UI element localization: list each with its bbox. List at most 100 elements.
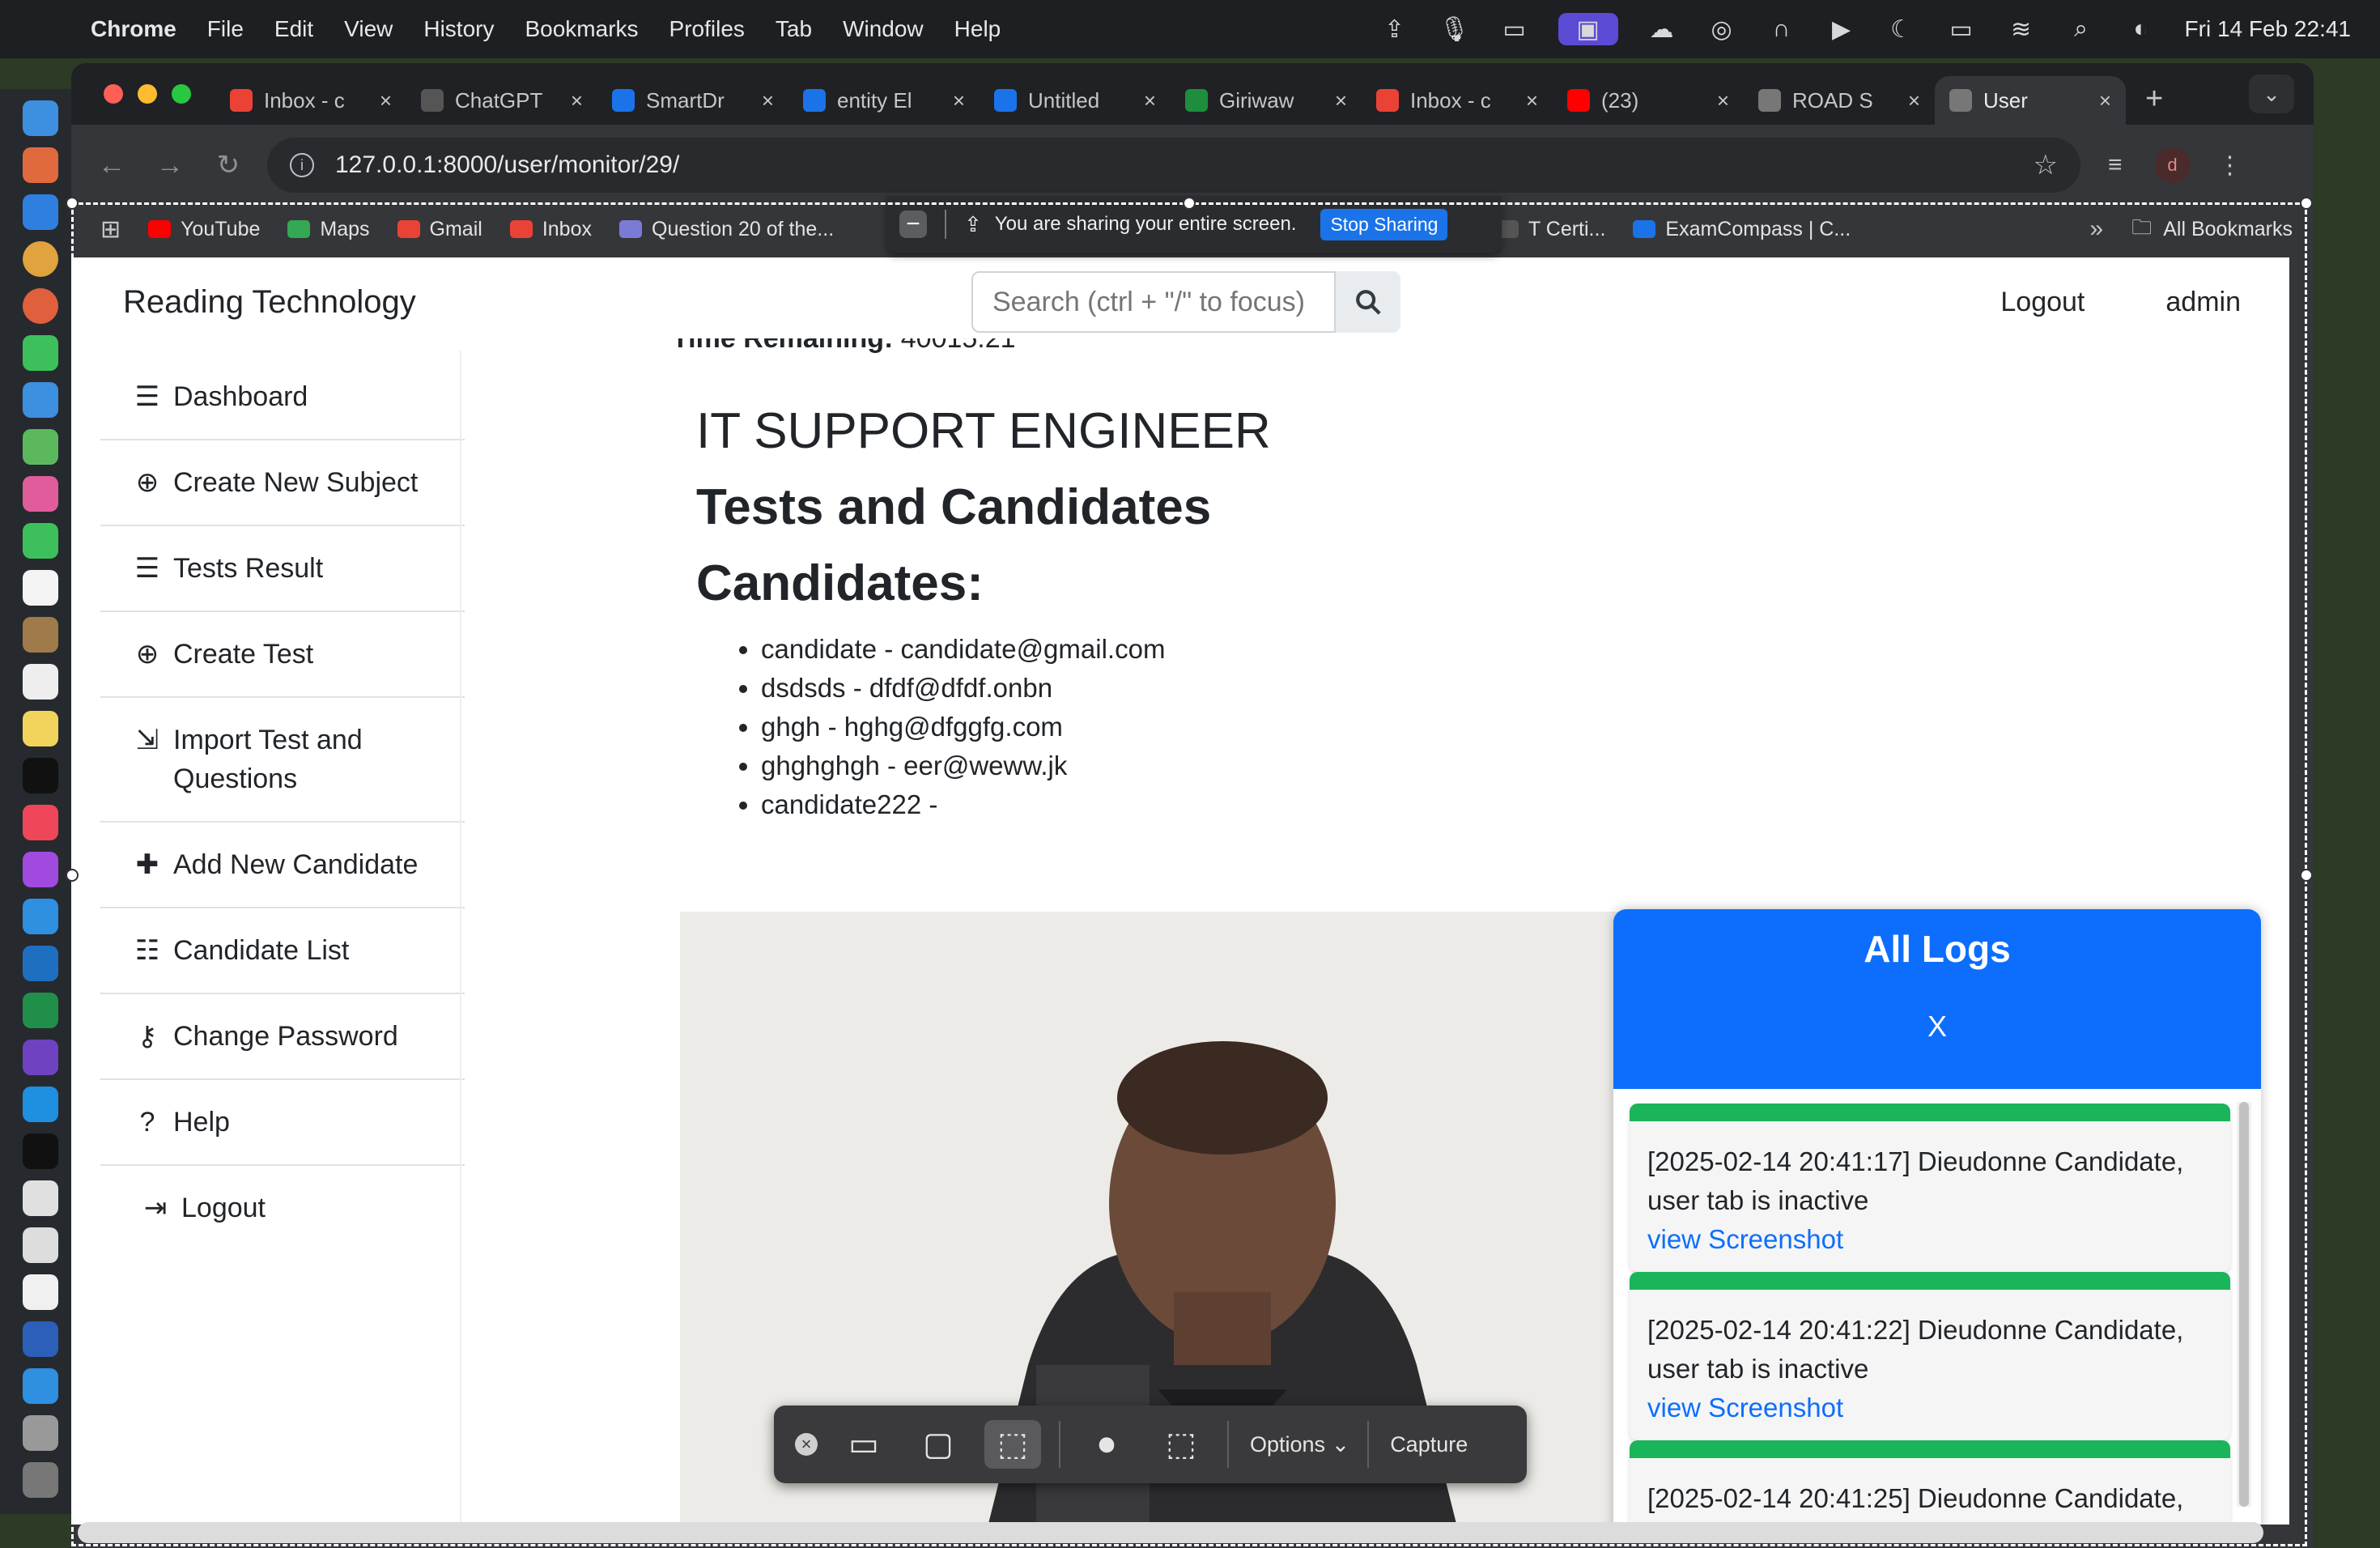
all-bookmarks-button[interactable]: 🗀 All Bookmarks bbox=[2131, 212, 2293, 247]
pen-app-icon[interactable] bbox=[23, 1227, 58, 1263]
menu-edit[interactable]: Edit bbox=[274, 16, 313, 42]
bookmark-2[interactable]: Gmail bbox=[397, 218, 482, 241]
close-tab-icon[interactable]: × bbox=[1335, 88, 1347, 113]
menu-view[interactable]: View bbox=[344, 16, 393, 42]
podcasts-app-icon[interactable] bbox=[23, 852, 58, 887]
page-horizontal-scrollbar[interactable] bbox=[78, 1522, 2263, 1543]
trash-icon[interactable] bbox=[23, 1462, 58, 1498]
finder-app-icon[interactable] bbox=[23, 100, 58, 136]
logs-close-button[interactable]: X bbox=[1613, 1010, 2261, 1044]
hide-share-bar-button[interactable]: − bbox=[899, 211, 927, 238]
search-input[interactable] bbox=[971, 271, 1336, 333]
close-tab-icon[interactable]: × bbox=[380, 88, 392, 113]
wifi-icon[interactable]: ≋ bbox=[2005, 13, 2038, 45]
apps-grid-icon[interactable]: ⊞ bbox=[100, 215, 121, 244]
tab-1[interactable]: ChatGPT × bbox=[406, 76, 597, 125]
sidebar-item-dashboard[interactable]: ☰ Dashboard bbox=[100, 355, 465, 440]
outlook-app-icon[interactable] bbox=[23, 946, 58, 981]
screen-mirroring-icon[interactable]: ▣ bbox=[1558, 13, 1618, 45]
bookmark-11[interactable]: ExamCompass | C... bbox=[1633, 218, 1851, 241]
app-store-icon[interactable] bbox=[23, 899, 58, 934]
bookmark-0[interactable]: YouTube bbox=[148, 218, 260, 241]
sidebar-item-create-new-subject[interactable]: ⊕ Create New Subject bbox=[100, 440, 465, 526]
disk-app-icon[interactable] bbox=[23, 1415, 58, 1451]
close-tab-icon[interactable]: × bbox=[1717, 88, 1729, 113]
site-brand[interactable]: Reading Technology bbox=[123, 284, 416, 321]
tab-0[interactable]: Inbox - c × bbox=[215, 76, 406, 125]
capture-entire-screen-icon[interactable]: ▭ bbox=[835, 1420, 892, 1469]
maps-app-icon[interactable] bbox=[23, 429, 58, 465]
sidebar-item-change-password[interactable]: ⚷ Change Password bbox=[100, 994, 465, 1080]
sidebar-item-import-test-and-questions[interactable]: ⇲ Import Test and Questions bbox=[100, 698, 465, 823]
logs-scrollbar[interactable] bbox=[2237, 1102, 2251, 1507]
capture-selection-icon[interactable]: ⬚ bbox=[984, 1420, 1041, 1469]
view-screenshot-link[interactable]: view Screenshot bbox=[1647, 1393, 1843, 1423]
site-info-icon[interactable]: i bbox=[290, 153, 314, 177]
tab-4[interactable]: Untitled × bbox=[980, 76, 1171, 125]
close-tab-icon[interactable]: × bbox=[1526, 88, 1538, 113]
excel-app-icon[interactable] bbox=[23, 993, 58, 1028]
tab-2[interactable]: SmartDr × bbox=[597, 76, 788, 125]
sidebar-item-add-new-candidate[interactable]: ✚ Add New Candidate bbox=[100, 823, 465, 908]
menu-history[interactable]: History bbox=[423, 16, 494, 42]
reload-icon[interactable]: ↻ bbox=[199, 149, 257, 181]
notes-app-icon[interactable] bbox=[23, 711, 58, 746]
mail-app-icon[interactable] bbox=[23, 382, 58, 418]
sidebar-item-create-test[interactable]: ⊕ Create Test bbox=[100, 612, 465, 698]
photos-app-icon[interactable] bbox=[23, 476, 58, 512]
sidebar-item-candidate-list[interactable]: ☷ Candidate List bbox=[100, 908, 465, 994]
battery-icon[interactable]: ▭ bbox=[1945, 13, 1978, 45]
launchpad-app-icon[interactable] bbox=[23, 147, 58, 183]
close-window-button[interactable] bbox=[104, 84, 123, 104]
terminal-app-icon[interactable] bbox=[23, 1133, 58, 1169]
menu-window[interactable]: Window bbox=[843, 16, 924, 42]
facetime-app-icon[interactable] bbox=[23, 523, 58, 559]
moon-icon[interactable]: ☾ bbox=[1885, 13, 1918, 45]
word-app-icon[interactable] bbox=[23, 1321, 58, 1357]
bookmark-1[interactable]: Maps bbox=[287, 218, 370, 241]
close-tab-icon[interactable]: × bbox=[953, 88, 965, 113]
chrome-app-icon[interactable] bbox=[23, 241, 58, 277]
microphone-icon[interactable]: 🎙 bbox=[1439, 13, 1471, 45]
close-tab-icon[interactable]: × bbox=[1144, 88, 1156, 113]
close-tab-icon[interactable]: × bbox=[2099, 88, 2111, 113]
stop-sharing-button[interactable]: Stop Sharing bbox=[1320, 208, 1448, 240]
tab-search-chevron-icon[interactable]: ⌄ bbox=[2249, 74, 2294, 113]
tab-8[interactable]: ROAD S × bbox=[1744, 76, 1935, 125]
tab-9[interactable]: User × bbox=[1935, 76, 2126, 125]
sidebar-item-help[interactable]: ? Help bbox=[100, 1080, 465, 1166]
safari-app-icon[interactable] bbox=[23, 194, 58, 230]
sidebar-item-tests-result[interactable]: ☰ Tests Result bbox=[100, 526, 465, 612]
menu-app-name[interactable]: Chrome bbox=[91, 16, 176, 42]
close-screenshot-icon[interactable]: × bbox=[795, 1433, 818, 1456]
nav-admin-link[interactable]: admin bbox=[2165, 287, 2241, 318]
tv-app-icon[interactable] bbox=[23, 758, 58, 793]
music-app-icon[interactable] bbox=[23, 805, 58, 840]
bookmark-3[interactable]: Inbox bbox=[509, 218, 592, 241]
close-tab-icon[interactable]: × bbox=[1908, 88, 1920, 113]
slack-app-icon[interactable] bbox=[23, 1180, 58, 1216]
tab-6[interactable]: Inbox - c × bbox=[1362, 76, 1553, 125]
github-app-icon[interactable] bbox=[23, 1040, 58, 1075]
address-bar[interactable]: i 127.0.0.1:8000/user/monitor/29/ ☆ bbox=[267, 138, 2080, 193]
more-bookmarks-chevron-icon[interactable]: » bbox=[2089, 215, 2103, 243]
search-button[interactable] bbox=[1336, 271, 1400, 333]
maximize-window-button[interactable] bbox=[172, 84, 191, 104]
capture-button[interactable]: Capture bbox=[1390, 1432, 1468, 1457]
textedit-app-icon[interactable] bbox=[23, 1274, 58, 1310]
nav-logout-link[interactable]: Logout bbox=[2000, 287, 2085, 318]
capture-window-icon[interactable]: ▢ bbox=[910, 1420, 967, 1469]
headphones-icon[interactable]: ∩ bbox=[1766, 13, 1798, 45]
reminders-app-icon[interactable] bbox=[23, 664, 58, 700]
camera-icon[interactable]: ▭ bbox=[1498, 13, 1531, 45]
bookmark-10[interactable]: T Certi... bbox=[1496, 218, 1605, 241]
screen-share-status-icon[interactable]: ⇪ bbox=[1379, 13, 1411, 45]
firefox-app-icon[interactable] bbox=[23, 288, 58, 324]
menu-bookmarks[interactable]: Bookmarks bbox=[525, 16, 638, 42]
tab-5[interactable]: Giriwaw × bbox=[1171, 76, 1362, 125]
tab-7[interactable]: (23) × bbox=[1553, 76, 1744, 125]
vscode-app-icon[interactable] bbox=[23, 1087, 58, 1122]
weather-icon[interactable]: ☁ bbox=[1646, 13, 1678, 45]
minimize-window-button[interactable] bbox=[138, 84, 157, 104]
messages-app-icon[interactable] bbox=[23, 335, 58, 371]
